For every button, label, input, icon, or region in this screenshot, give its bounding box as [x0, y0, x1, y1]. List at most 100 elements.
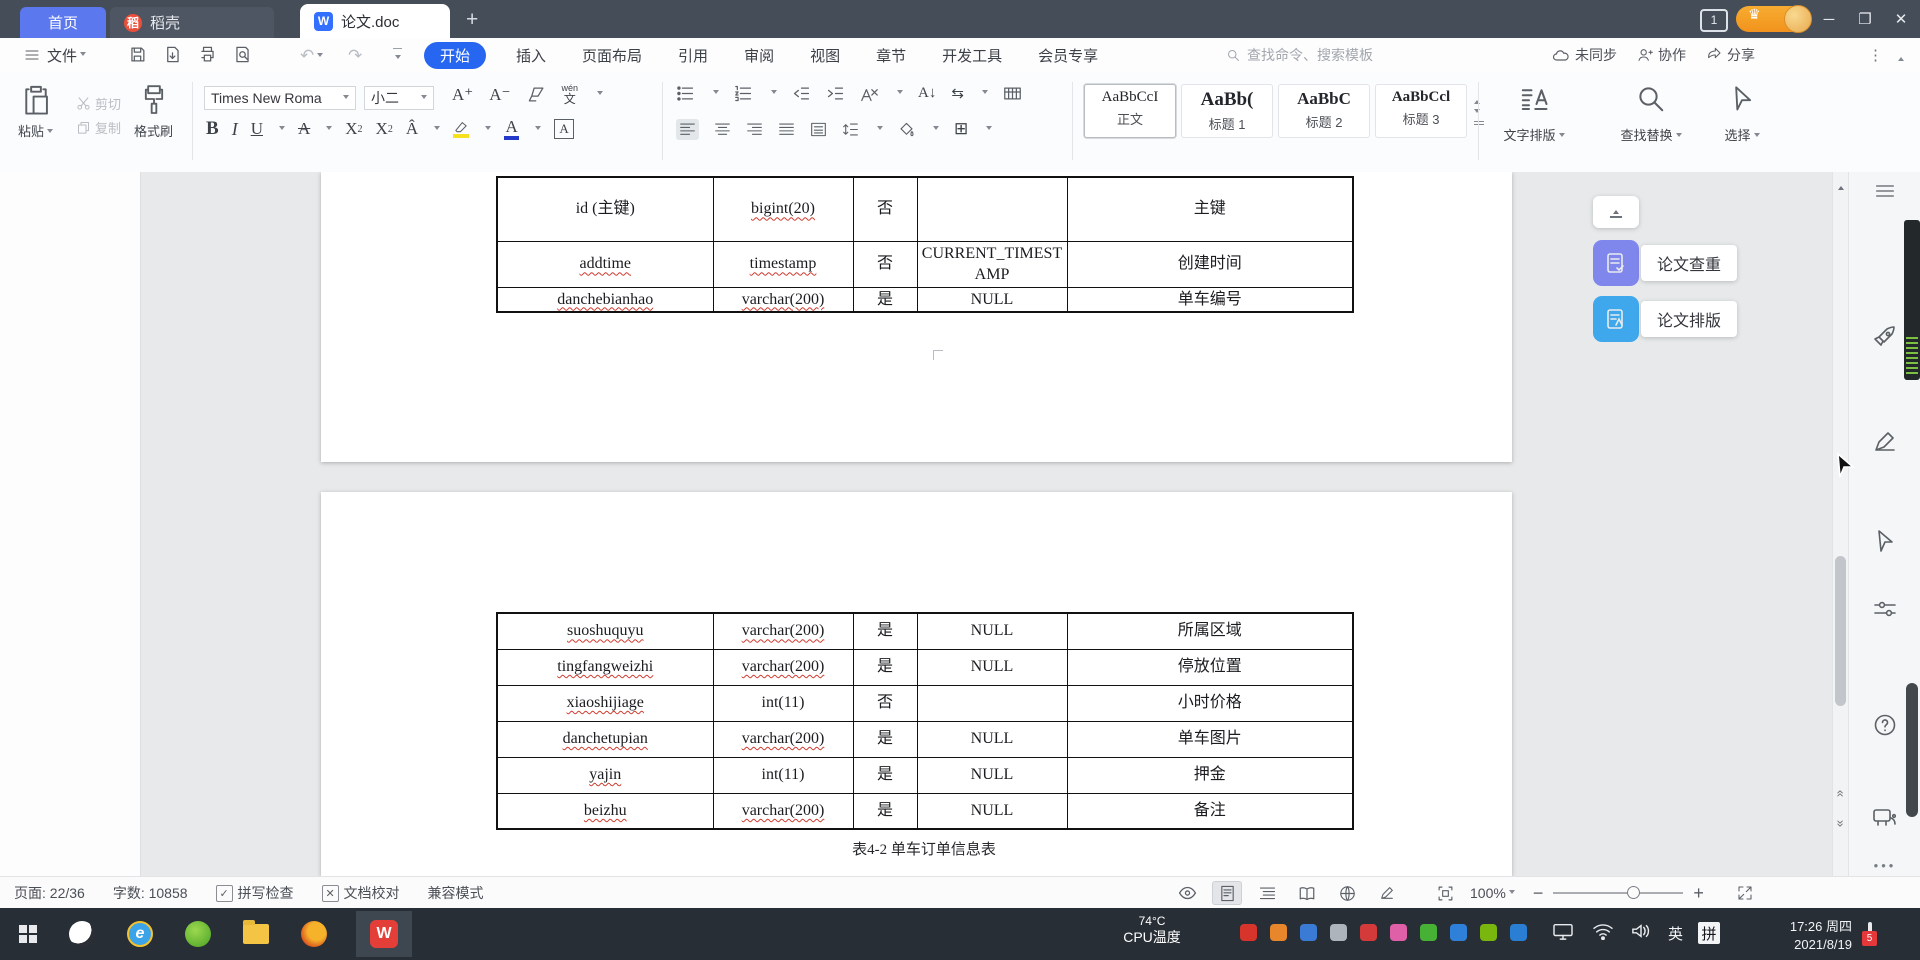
styles-scroll-down[interactable]	[1474, 109, 1480, 116]
table-cell[interactable]: 单车编号	[1066, 286, 1354, 313]
green-app-icon[interactable]	[182, 918, 214, 950]
shading-button[interactable]	[898, 122, 915, 137]
paper-format-button[interactable]: 论文排版	[1593, 296, 1738, 342]
action-center-button[interactable]: 5	[1862, 922, 1877, 946]
language-indicator[interactable]: 英	[1668, 923, 1683, 944]
scroll-up-button[interactable]	[1833, 178, 1849, 193]
sort-button[interactable]: A↓	[918, 85, 936, 102]
clock[interactable]: 17:26 周四 2021/8/19	[1736, 918, 1852, 953]
align-right-button[interactable]	[746, 122, 763, 137]
tab-docer[interactable]: 稻 稻壳	[110, 7, 274, 38]
strikethrough-button[interactable]: A	[298, 119, 310, 139]
table-cell[interactable]: 主键	[1066, 176, 1354, 242]
menu-tab-references[interactable]: 引用	[672, 42, 714, 69]
font-size-select[interactable]: 小二	[364, 86, 434, 110]
rocket-icon[interactable]	[1867, 320, 1903, 354]
edit-mode-button[interactable]	[1372, 881, 1402, 905]
table-cell[interactable]: 否	[852, 684, 918, 722]
pc-manager-icon[interactable]	[1270, 924, 1287, 941]
menu-tab-home[interactable]: 开始	[424, 41, 487, 69]
document-page-2[interactable]: suoshuquyu varchar(200) 是 NULL 所属区域 tingfangw…	[321, 492, 1512, 876]
page-view-button[interactable]	[1212, 881, 1242, 905]
security-red-icon[interactable]	[1240, 924, 1257, 941]
start-button[interactable]	[12, 918, 44, 950]
character-border-button[interactable]: A	[554, 119, 575, 139]
nvidia-icon[interactable]	[1480, 924, 1497, 941]
borders-button[interactable]: ⊞	[954, 119, 968, 139]
select-button[interactable]: 选择	[1712, 84, 1772, 144]
justify-button[interactable]	[778, 122, 795, 137]
clear-format-button[interactable]	[527, 85, 546, 104]
print-preview-button[interactable]	[233, 45, 255, 65]
table-cell[interactable]: xiaoshijiage	[496, 684, 714, 722]
table-cell[interactable]	[916, 684, 1068, 722]
table-cell[interactable]: 停放位置	[1066, 648, 1354, 686]
numbered-list-button[interactable]	[734, 85, 753, 102]
bluetooth-icon[interactable]	[1510, 924, 1527, 941]
maximize-button[interactable]: ❐	[1848, 0, 1882, 38]
avatar[interactable]	[1784, 5, 1812, 33]
table-cell[interactable]: int(11)	[712, 756, 854, 794]
table-cell[interactable]: NULL	[916, 720, 1068, 758]
tab-home[interactable]: 首页	[20, 7, 106, 38]
table-cell[interactable]: NULL	[916, 648, 1068, 686]
table-cell[interactable]: addtime	[496, 240, 714, 288]
table-cell[interactable]: 是	[852, 612, 918, 650]
table-cell[interactable]: 是	[852, 720, 918, 758]
table-cell[interactable]: timestamp	[712, 240, 854, 288]
subscript-button[interactable]: X2	[376, 119, 393, 139]
table-cell[interactable]: yajin	[496, 756, 714, 794]
feedback-phone-icon[interactable]	[1867, 800, 1903, 834]
style-heading1[interactable]: AaBb( 标题 1	[1181, 84, 1273, 138]
table-cell[interactable]: CURRENT_TIMESTAMP	[916, 240, 1068, 288]
menu-tab-dev-tools[interactable]: 开发工具	[936, 42, 1008, 69]
table-cell[interactable]: 押金	[1066, 756, 1354, 794]
menu-tab-member[interactable]: 会员专享	[1032, 42, 1104, 69]
phonetic-guide-button[interactable]: wén 文	[562, 84, 579, 106]
menu-tab-page-layout[interactable]: 页面布局	[576, 42, 648, 69]
table-cell[interactable]: danchetupian	[496, 720, 714, 758]
minimize-button[interactable]: ─	[1812, 0, 1846, 38]
table-cell[interactable]: 是	[852, 648, 918, 686]
format-painter-button[interactable]: 格式刷	[134, 82, 173, 140]
computer-icon[interactable]	[1552, 922, 1574, 940]
align-left-button[interactable]	[676, 118, 699, 140]
tab-stops-button[interactable]	[1003, 85, 1022, 102]
table-cell[interactable]: NULL	[916, 612, 1068, 650]
cpu-temperature-widget[interactable]: 74°C CPU温度	[1094, 914, 1210, 947]
table-cell[interactable]: int(11)	[712, 684, 854, 722]
spell-check-toggle[interactable]: ✓ 拼写检查	[215, 883, 294, 903]
paste-button[interactable]: 粘贴	[18, 82, 54, 140]
paper-check-button[interactable]: 论文查重	[1593, 240, 1738, 286]
wifi-icon[interactable]	[1592, 922, 1614, 940]
qq-red-icon[interactable]	[1360, 924, 1377, 941]
eye-protection-button[interactable]	[1172, 881, 1202, 905]
table-cell[interactable]: 单车图片	[1066, 720, 1354, 758]
table-cell[interactable]	[916, 176, 1068, 242]
pointer-icon[interactable]	[1867, 524, 1903, 558]
export-pdf-button[interactable]	[163, 45, 185, 65]
document-page-1[interactable]: id (主键) bigint(20) 否主键 addtime timestamp 否 CUR…	[321, 172, 1512, 462]
increase-font-button[interactable]: A⁺	[452, 85, 473, 105]
copy-button[interactable]: 复制	[76, 118, 121, 137]
web-layout-button[interactable]	[1332, 881, 1362, 905]
volume-icon[interactable]	[1630, 922, 1652, 940]
increase-indent-button[interactable]	[826, 85, 845, 102]
styles-scroll-up[interactable]	[1474, 97, 1480, 104]
underline-button[interactable]: U	[251, 119, 263, 139]
table-cell[interactable]: suoshuquyu	[496, 612, 714, 650]
shield-blue-icon[interactable]	[1300, 924, 1317, 941]
table-cell[interactable]: 小时价格	[1066, 684, 1354, 722]
table-cell[interactable]: varchar(200)	[712, 648, 854, 686]
bold-button[interactable]: B	[206, 118, 219, 140]
bullet-list-button[interactable]	[676, 85, 695, 102]
ime-indicator[interactable]: 拼	[1698, 922, 1720, 944]
window-count-button[interactable]: 1	[1700, 9, 1728, 32]
line-spacing-button[interactable]	[842, 122, 859, 137]
font-color-button[interactable]: A	[504, 118, 520, 140]
font-name-select[interactable]: Times New Roma	[204, 86, 356, 110]
scrollbar-thumb[interactable]	[1835, 556, 1846, 706]
table-cell[interactable]: 否	[852, 240, 918, 288]
menu-tab-review[interactable]: 审阅	[738, 42, 780, 69]
table-cell[interactable]: varchar(200)	[712, 792, 854, 830]
